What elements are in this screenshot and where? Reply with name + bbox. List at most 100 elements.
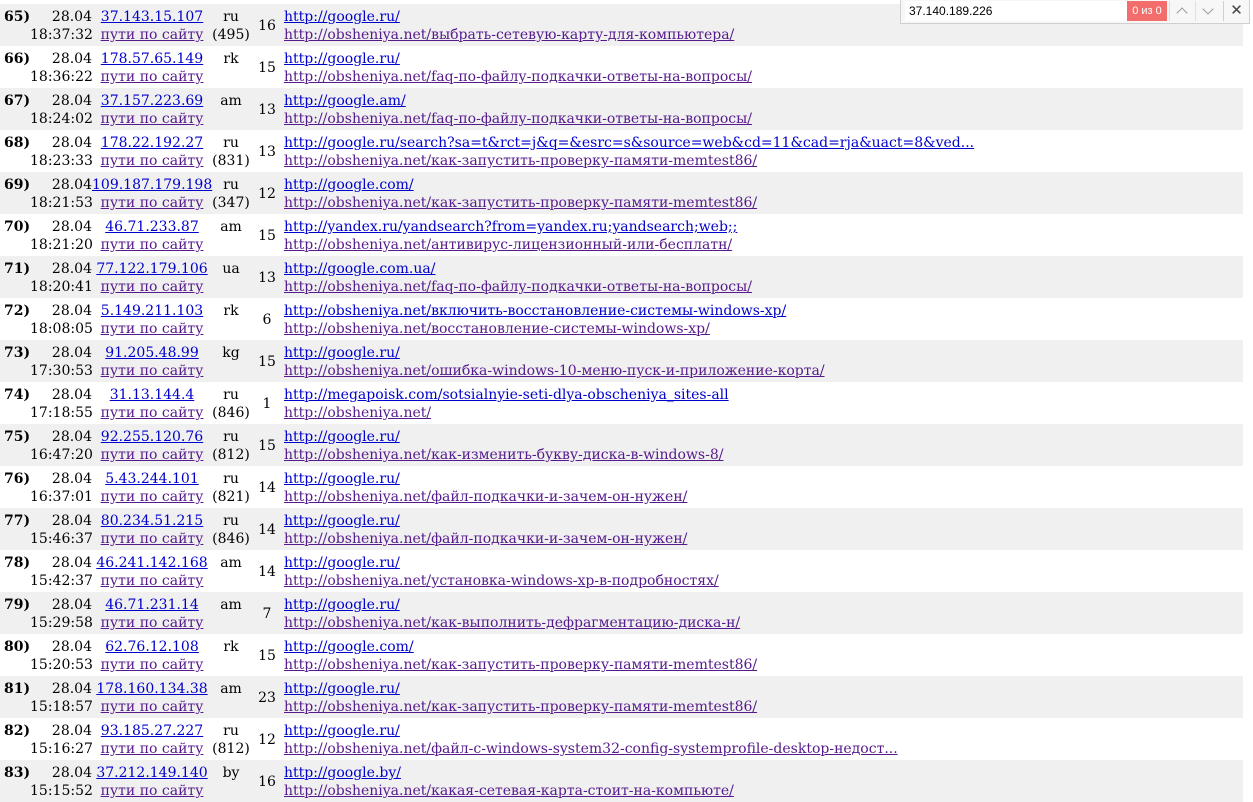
referrer-link[interactable]: http://google.ru/ <box>284 470 687 488</box>
ip-address-link[interactable]: 92.255.120.76 <box>92 428 212 446</box>
referrer-link[interactable]: http://megapoisk.com/sotsialnyie-seti-dl… <box>284 386 729 404</box>
page-link[interactable]: http://obsheniya.net/faq-по-файлу-подкач… <box>284 110 752 128</box>
visitor-log-table: 65) 28.04 18:37:32 37.143.15.107 пути по… <box>0 4 1243 802</box>
site-path-link[interactable]: пути по сайту <box>92 446 212 464</box>
ip-address-link[interactable]: 5.43.244.101 <box>92 470 212 488</box>
ip-address-link[interactable]: 31.13.144.4 <box>92 386 212 404</box>
site-path-link[interactable]: пути по сайту <box>92 152 212 170</box>
country-code: rk <box>223 303 239 319</box>
country-code: ru <box>223 513 239 529</box>
ip-address-link[interactable]: 178.22.192.27 <box>92 134 212 152</box>
referrer-link[interactable]: http://google.com/ <box>284 638 757 656</box>
ip-address-link[interactable]: 178.160.134.38 <box>92 680 212 698</box>
referrer-link[interactable]: http://google.by/ <box>284 764 734 782</box>
site-path-link[interactable]: пути по сайту <box>92 530 212 548</box>
visit-datetime: 28.04 15:16:27 <box>30 722 93 758</box>
ip-address-link[interactable]: 93.185.27.227 <box>92 722 212 740</box>
referrer-link[interactable]: http://google.ru/ <box>284 428 723 446</box>
ip-address-link[interactable]: 46.241.142.168 <box>92 554 212 572</box>
referrer-link[interactable]: http://google.ru/ <box>284 596 740 614</box>
ip-address-link[interactable]: 37.157.223.69 <box>92 92 212 110</box>
site-path-link[interactable]: пути по сайту <box>92 656 212 674</box>
site-path-link[interactable]: пути по сайту <box>92 194 212 212</box>
table-row: 75) 28.04 16:47:20 92.255.120.76 пути по… <box>0 424 1243 466</box>
page-link[interactable]: http://obsheniya.net/faq-по-файлу-подкач… <box>284 278 752 296</box>
site-path-link[interactable]: пути по сайту <box>92 404 212 422</box>
referrer-link[interactable]: http://google.ru/ <box>284 512 687 530</box>
country-code: rk <box>223 639 239 655</box>
region-code <box>212 614 250 632</box>
row-number: 75) <box>4 429 31 445</box>
page-link[interactable]: http://obsheniya.net/faq-по-файлу-подкач… <box>284 68 752 86</box>
page-link[interactable]: http://obsheniya.net/установка-windows-x… <box>284 572 719 590</box>
visit-datetime: 28.04 16:37:01 <box>30 470 93 506</box>
site-path-link[interactable]: пути по сайту <box>92 488 212 506</box>
visit-count: 12 <box>258 732 276 748</box>
country-cell: by <box>212 764 250 800</box>
referrer-link[interactable]: http://google.ru/ <box>284 680 757 698</box>
site-path-link[interactable]: пути по сайту <box>92 614 212 632</box>
site-path-link[interactable]: пути по сайту <box>92 110 212 128</box>
page-link[interactable]: http://obsheniya.net/как-запустить-прове… <box>284 698 757 716</box>
site-path-link[interactable]: пути по сайту <box>92 320 212 338</box>
site-path-link[interactable]: пути по сайту <box>92 782 212 800</box>
page-link[interactable]: http://obsheniya.net/как-выполнить-дефра… <box>284 614 740 632</box>
page-link[interactable]: http://obsheniya.net/выбрать-сетевую-кар… <box>284 26 734 44</box>
referrer-link[interactable]: http://yandex.ru/yandsearch?from=yandex.… <box>284 218 737 236</box>
visitor-ip-cell: 91.205.48.99 пути по сайту <box>92 344 212 380</box>
visit-date: 28.04 <box>51 513 92 529</box>
page-link[interactable]: http://obsheniya.net/как-запустить-прове… <box>284 656 757 674</box>
row-number: 68) <box>4 135 31 151</box>
site-path-link[interactable]: пути по сайту <box>92 572 212 590</box>
referrer-link[interactable]: http://google.com/ <box>284 176 757 194</box>
ip-address-link[interactable]: 178.57.65.149 <box>92 50 212 68</box>
page-link[interactable]: http://obsheniya.net/как-запустить-прове… <box>284 152 974 170</box>
site-path-link[interactable]: пути по сайту <box>92 236 212 254</box>
referrer-link[interactable]: http://google.ru/ <box>284 722 898 740</box>
referrer-link[interactable]: http://google.am/ <box>284 92 752 110</box>
ip-address-link[interactable]: 80.234.51.215 <box>92 512 212 530</box>
site-path-link[interactable]: пути по сайту <box>92 278 212 296</box>
ip-address-link[interactable]: 62.76.12.108 <box>92 638 212 656</box>
page-link[interactable]: http://obsheniya.net/как-изменить-букву-… <box>284 446 723 464</box>
page-link[interactable]: http://obsheniya.net/файл-с-windows-syst… <box>284 740 898 758</box>
referrer-link[interactable]: http://google.ru/ <box>284 344 825 362</box>
table-row: 72) 28.04 18:08:05 5.149.211.103 пути по… <box>0 298 1243 340</box>
ip-address-link[interactable]: 46.71.233.87 <box>92 218 212 236</box>
ip-address-link[interactable]: 5.149.211.103 <box>92 302 212 320</box>
find-next-button[interactable] <box>1195 1 1220 21</box>
referrer-link[interactable]: http://google.com.ua/ <box>284 260 752 278</box>
site-path-link[interactable]: пути по сайту <box>92 698 212 716</box>
site-path-link[interactable]: пути по сайту <box>92 362 212 380</box>
referrer-link[interactable]: http://google.ru/ <box>284 8 734 26</box>
site-path-link[interactable]: пути по сайту <box>92 740 212 758</box>
find-previous-button[interactable] <box>1169 1 1194 21</box>
region-code: (347) <box>212 195 250 211</box>
site-path-link[interactable]: пути по сайту <box>92 26 212 44</box>
ip-address-link[interactable]: 46.71.231.14 <box>92 596 212 614</box>
referrer-link[interactable]: http://google.ru/search?sa=t&rct=j&q=&es… <box>284 134 974 152</box>
page-link[interactable]: http://obsheniya.net/ <box>284 404 729 422</box>
page-link[interactable]: http://obsheniya.net/ошибка-windows-10-м… <box>284 362 825 380</box>
ip-address-link[interactable]: 91.205.48.99 <box>92 344 212 362</box>
find-close-button[interactable]: ✕ <box>1223 1 1249 21</box>
ip-address-link[interactable]: 37.143.15.107 <box>92 8 212 26</box>
page-link[interactable]: http://obsheniya.net/как-запустить-прове… <box>284 194 757 212</box>
referrer-link[interactable]: http://obsheniya.net/включить-восстановл… <box>284 302 786 320</box>
ip-address-link[interactable]: 77.122.179.106 <box>92 260 212 278</box>
page-link[interactable]: http://obsheniya.net/файл-подкачки-и-зач… <box>284 530 687 548</box>
page-link[interactable]: http://obsheniya.net/антивирус-лицензион… <box>284 236 737 254</box>
ip-address-link[interactable]: 37.212.149.140 <box>92 764 212 782</box>
page-link[interactable]: http://obsheniya.net/восстановление-сист… <box>284 320 786 338</box>
page-link[interactable]: http://obsheniya.net/файл-подкачки-и-зач… <box>284 488 687 506</box>
page-link[interactable]: http://obsheniya.net/какая-сетевая-карта… <box>284 782 734 800</box>
visit-date: 28.04 <box>51 261 92 277</box>
referrer-link[interactable]: http://google.ru/ <box>284 554 719 572</box>
find-input[interactable] <box>905 1 1127 21</box>
site-path-link[interactable]: пути по сайту <box>92 68 212 86</box>
country-code: ru <box>223 723 239 739</box>
ip-address-link[interactable]: 109.187.179.198 <box>92 176 212 194</box>
country-code: am <box>220 219 242 235</box>
referrer-link[interactable]: http://google.ru/ <box>284 50 752 68</box>
region-code: (846) <box>212 405 250 421</box>
